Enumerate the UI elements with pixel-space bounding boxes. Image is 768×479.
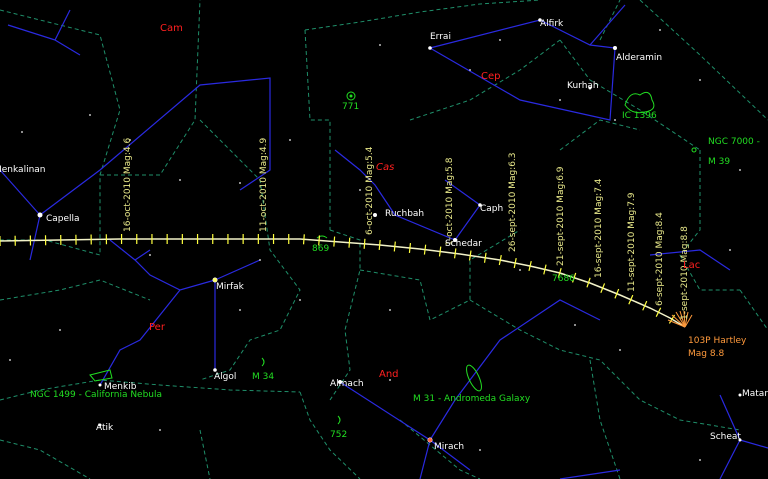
- track-tick: [333, 236, 336, 247]
- star-label-errai: Errai: [430, 32, 451, 42]
- date-label: 16-oct-2010 Mag:4.6: [123, 138, 133, 232]
- star-label-capella: Capella: [46, 214, 80, 224]
- star-label-ruchbah: Ruchbah: [385, 209, 424, 219]
- star-label-menkalinan: Menkalinan: [0, 165, 46, 175]
- star-label-algol: Algol: [214, 372, 236, 382]
- per-lines: [99, 239, 261, 386]
- date-label: 11-oct-2010 Mag:4.9: [259, 138, 269, 232]
- dso-869-marker: [316, 235, 328, 239]
- star-label-kurhah: Kurhah: [567, 81, 599, 91]
- date-label: 11-sept-2010 Mag:7.9: [627, 192, 637, 292]
- star-label-alfirk: Alfirk: [540, 19, 564, 29]
- date-label: 6-sept-2010 Mag:8.4: [655, 212, 665, 306]
- date-label: 16-sept-2010 Mag:7.4: [594, 178, 604, 278]
- dso-label-m34: M 34: [252, 372, 274, 382]
- star-label-scheat: Scheat: [710, 432, 741, 442]
- cas-lines: [334, 149, 481, 241]
- dso-label-752: 752: [330, 430, 347, 440]
- star-label-caph: Caph: [480, 204, 503, 214]
- cam-lines: [7, 9, 271, 216]
- track-tick: [363, 238, 366, 249]
- track-tick: [393, 241, 396, 252]
- comet-name-label: 103P Hartley: [688, 336, 747, 346]
- dso-label-771: 771: [342, 102, 359, 112]
- dso-752-marker: [337, 415, 341, 425]
- star-label-mirach: Mirach: [434, 442, 464, 452]
- dso-label-m31: M 31 - Andromeda Galaxy: [413, 394, 531, 404]
- track-tick: [423, 244, 427, 255]
- aur-lines: [0, 169, 41, 261]
- track-tick: [453, 248, 457, 259]
- track-tick: [302, 234, 305, 245]
- track-tick: [468, 250, 472, 261]
- constellation-lines: [0, 4, 768, 479]
- mirach-star: [428, 438, 432, 442]
- track-tick: [483, 252, 487, 263]
- star-chart: 16-oct-2010 Mag:4.6 11-oct-2010 Mag:4.9 …: [0, 0, 768, 479]
- m31-marker: [466, 364, 482, 392]
- star-label-almach: Almach: [330, 379, 364, 389]
- star-label-schedar: Schedar: [445, 239, 482, 249]
- track-tick: [348, 237, 351, 248]
- const-label-lac: Lac: [683, 260, 700, 271]
- track-tick: [408, 242, 412, 254]
- track-tick: [378, 239, 381, 251]
- dso-label-ic1396: IC 1396: [622, 111, 657, 121]
- comet-track: [0, 234, 686, 328]
- dso-label-m39: M 39: [708, 157, 730, 167]
- sky-map: 16-oct-2010 Mag:4.6 11-oct-2010 Mag:4.9 …: [0, 0, 768, 479]
- date-label: 6-oct-2010 Mag:5.4: [365, 146, 375, 235]
- const-label-cep: Cep: [481, 71, 500, 82]
- date-label: 1-sept-2010 Mag:8.8: [680, 226, 690, 320]
- const-label-cam: Cam: [160, 23, 183, 34]
- m39-marker: [691, 147, 697, 153]
- dso-label-ngc7000: NGC 7000 -: [708, 137, 760, 147]
- star-label-mirfak: Mirfak: [216, 282, 245, 292]
- const-label-cas: Cas: [376, 162, 394, 173]
- m34-marker: [261, 357, 265, 367]
- date-label: 1-oct-2010 Mag:5.8: [445, 157, 455, 246]
- const-label-and: And: [379, 369, 399, 380]
- star-label-matar: Matar: [742, 389, 768, 399]
- date-label: 21-sept-2010 Mag:6.9: [556, 166, 566, 266]
- const-label-per: Per: [149, 322, 166, 333]
- date-label: 26-sept-2010 Mag:6.3: [508, 152, 518, 252]
- dso-label-california: NGC 1499 - California Nebula: [30, 390, 162, 400]
- dso-label-869: 869: [312, 244, 329, 254]
- star-label-atik: Atik: [96, 423, 114, 433]
- star-label-alderamin: Alderamin: [616, 53, 662, 63]
- track-tick: [438, 246, 442, 257]
- dso-label-7686: 7686: [552, 274, 575, 284]
- and-lines: [339, 299, 601, 479]
- comet-mag-label: Mag 8.8: [688, 349, 724, 359]
- cep-lines: [429, 4, 626, 121]
- california-marker: [89, 369, 113, 382]
